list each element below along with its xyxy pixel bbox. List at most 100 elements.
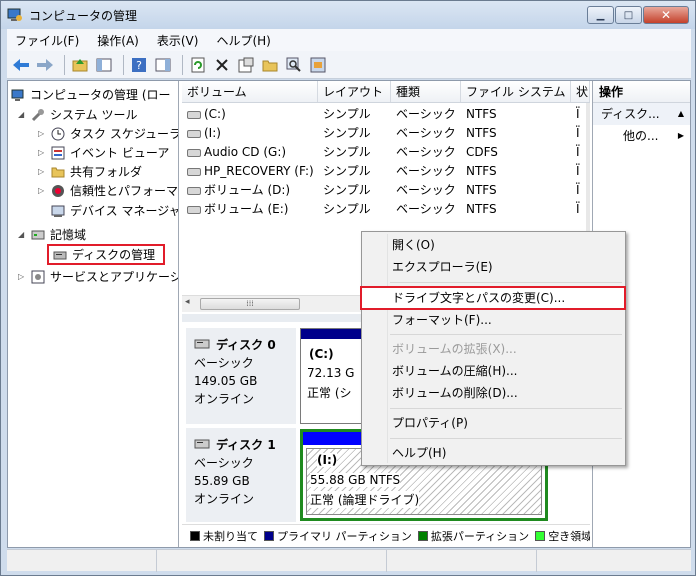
table-row[interactable]: (C:) シンプル ベーシック NTFS Ï [182, 105, 590, 124]
menu-file[interactable]: ファイル(F) [15, 32, 79, 49]
table-cell: シンプル [318, 200, 391, 219]
menu-item-help[interactable]: ヘルプ(H) [392, 442, 446, 464]
tree-item-device-manager[interactable]: デバイス マネージャ [50, 201, 178, 220]
table-row[interactable]: ボリューム (E:) シンプル ベーシック NTFS Ï [182, 200, 590, 219]
action-label: 他の... [623, 129, 659, 143]
expand-triangle-icon[interactable]: ▷ [38, 129, 48, 138]
cell-text: ベーシック [396, 183, 456, 197]
table-cell: シンプル [318, 181, 391, 200]
expand-triangle-icon[interactable]: ▷ [18, 272, 28, 281]
tree-item-services[interactable]: ▷ サービスとアプリケーシ [18, 267, 178, 286]
delete-icon[interactable] [212, 55, 232, 75]
menu-item-properties[interactable]: プロパティ(P) [392, 412, 468, 434]
title-bar[interactable]: コンピュータの管理 ▁ □ ✕ [1, 1, 695, 29]
tree-label: 共有フォルダ [70, 165, 143, 179]
collapse-triangle-icon[interactable]: ◢ [18, 230, 28, 239]
show-hide-action-pane-icon[interactable] [153, 55, 173, 75]
cell-text: シンプル [323, 107, 371, 121]
partition-legend: 未割り当てプライマリ パーティション拡張パーティション空き領域論 [182, 524, 590, 546]
tree-label: タスク スケジューラ [70, 127, 179, 141]
column-header-volume[interactable]: ボリューム [182, 81, 318, 102]
menu-view[interactable]: 表示(V) [157, 32, 199, 49]
cell-text: ボリューム (E:) [204, 202, 289, 216]
action-other[interactable]: 他の... ▶ [593, 125, 690, 147]
collapse-arrow-icon[interactable]: ▲ [678, 103, 684, 125]
disk-0-info[interactable]: ディスク 0 ベーシック 149.05 GB オンライン [186, 328, 296, 424]
legend-item: 拡張パーティション [417, 528, 530, 544]
table-cell: ベーシック [391, 143, 461, 162]
close-button[interactable]: ✕ [643, 6, 689, 24]
status-bar [7, 549, 691, 572]
forward-arrow-icon[interactable] [35, 55, 55, 75]
cell-text: シンプル [323, 145, 371, 159]
legend-swatch [417, 530, 428, 541]
cell-text: Ï [576, 107, 580, 121]
event-viewer-icon [50, 145, 66, 161]
tree-item-storage[interactable]: ◢ 記憶域 [18, 225, 86, 244]
show-hide-tree-icon[interactable] [94, 55, 114, 75]
scrollbar-thumb[interactable]: ⁞⁞⁞ [200, 298, 300, 310]
legend-item: プライマリ パーティション [264, 528, 412, 544]
expand-triangle-icon[interactable]: ▷ [38, 167, 48, 176]
tree-item-shared-folders[interactable]: ▷ 共有フォルダ [38, 162, 142, 181]
menu-item-open[interactable]: 開く(O) [392, 234, 435, 256]
minimize-button[interactable]: ▁ [587, 6, 614, 24]
back-arrow-icon[interactable] [11, 55, 31, 75]
search-icon[interactable] [284, 55, 304, 75]
disk-settings-icon[interactable] [308, 55, 328, 75]
table-row[interactable]: ボリューム (D:) シンプル ベーシック NTFS Ï [182, 181, 590, 200]
disk-0-type: ベーシック [194, 356, 254, 370]
tree-item-task-scheduler[interactable]: ▷ タスク スケジューラ [38, 124, 179, 143]
properties-icon[interactable] [236, 55, 256, 75]
scroll-left-icon[interactable]: ◂ [185, 297, 190, 307]
menu-item-format[interactable]: フォーマット(F)... [392, 309, 492, 331]
menu-help[interactable]: ヘルプ(H) [216, 32, 270, 49]
volume-i-status: 正常 (論理ドライブ) [310, 491, 420, 508]
menu-item-delete-volume[interactable]: ボリュームの削除(D)... [392, 382, 518, 404]
cell-text: Ï [576, 164, 580, 178]
tree-item-root[interactable]: コンピュータの管理 (ロー [10, 85, 171, 104]
disk-0-volume-c[interactable]: (C:) 72.13 G 正常 (シ [300, 328, 362, 424]
legend-swatch [264, 530, 274, 541]
open-folder-icon[interactable] [260, 55, 280, 75]
column-header-type[interactable]: 種類 [391, 81, 461, 102]
expand-triangle-icon[interactable]: ▷ [38, 186, 48, 195]
tree-item-system-tools[interactable]: ◢ システム ツール [18, 105, 137, 124]
tree-item-event-viewer[interactable]: ▷ イベント ビューア [38, 143, 169, 162]
refresh-icon[interactable] [188, 55, 208, 75]
clock-icon [50, 126, 66, 142]
up-folder-icon[interactable] [70, 55, 90, 75]
volume-name-cell: ボリューム (E:) [182, 200, 318, 219]
menu-item-change-drive-letter[interactable]: ドライブ文字とパスの変更(C)... [392, 287, 565, 309]
table-cell: ベーシック [391, 200, 461, 219]
volume-name-cell: HP_RECOVERY (F:) [182, 162, 318, 181]
help-icon[interactable]: ? [129, 55, 149, 75]
maximize-button[interactable]: □ [615, 6, 642, 24]
column-header-layout[interactable]: レイアウト [318, 81, 391, 102]
legend-label: 拡張パーティション [430, 529, 530, 543]
disk-1-title: ディスク 1 [216, 438, 276, 452]
submenu-arrow-icon: ▶ [677, 131, 684, 140]
table-row[interactable]: (I:) シンプル ベーシック NTFS Ï [182, 124, 590, 143]
tree-item-disk-management[interactable]: ディスクの管理 [47, 244, 165, 265]
table-cell: CDFS [461, 143, 571, 162]
table-row[interactable]: HP_RECOVERY (F:) シンプル ベーシック NTFS Ï [182, 162, 590, 181]
cell-text: Ï [576, 183, 580, 197]
column-header-filesystem[interactable]: ファイル システム [461, 81, 571, 102]
tree-item-reliability[interactable]: ▷ 信頼性とパフォーマ [38, 181, 178, 200]
menu-item-shrink-volume[interactable]: ボリュームの圧縮(H)... [392, 360, 517, 382]
context-menu: 開く(O) エクスプローラ(E) ドライブ文字とパスの変更(C)... フォーマ… [360, 231, 626, 466]
menu-action[interactable]: 操作(A) [97, 32, 139, 49]
expand-triangle-icon[interactable]: ▷ [38, 148, 48, 157]
menu-item-explore[interactable]: エクスプローラ(E) [392, 256, 493, 278]
cell-text: ベーシック [396, 126, 456, 140]
legend-label: 未割り当て [203, 529, 258, 543]
collapse-triangle-icon[interactable]: ◢ [18, 110, 28, 119]
action-disk-management[interactable]: ディスク... ▲ [593, 103, 690, 125]
table-cell: シンプル [318, 105, 391, 124]
disk-1-info[interactable]: ディスク 1 ベーシック 55.89 GB オンライン [186, 428, 296, 522]
table-cell: ベーシック [391, 105, 461, 124]
volume-name-cell: (C:) [182, 105, 318, 124]
table-row[interactable]: Audio CD (G:) シンプル ベーシック CDFS Ï [182, 143, 590, 162]
column-header-status[interactable]: 状 [571, 81, 590, 102]
